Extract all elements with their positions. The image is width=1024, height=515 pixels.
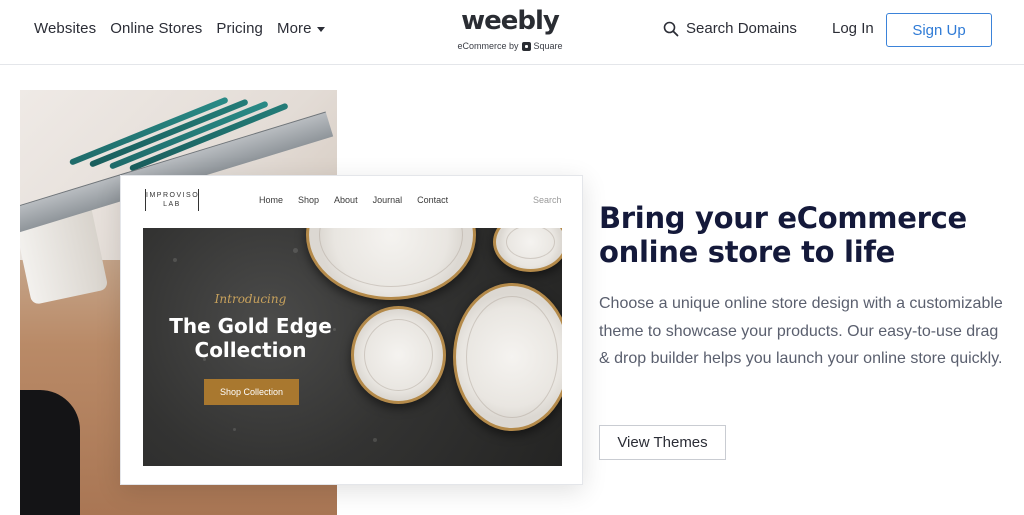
mock-store-nav: Home Shop About Journal Contact xyxy=(259,195,448,205)
nav-more[interactable]: More xyxy=(277,20,325,37)
hero-headline: Bring your eCommerce online store to lif… xyxy=(599,201,999,269)
mock-hero-copy: Introducing The Gold Edge Collection xyxy=(143,292,358,362)
logo-partner-text: Square xyxy=(533,41,563,51)
gold-rim-bowl-right xyxy=(453,283,562,431)
gold-rim-cup xyxy=(351,306,446,404)
primary-nav: Websites Online Stores Pricing More xyxy=(34,20,325,37)
mock-hero-title: The Gold Edge Collection xyxy=(143,314,358,362)
square-logo-icon xyxy=(521,42,531,51)
logo-tagline: eCommerce by Square xyxy=(457,41,563,52)
hero-headline-line-1: Bring your eCommerce xyxy=(599,201,967,235)
shop-collection-button[interactable]: Shop Collection xyxy=(204,379,299,405)
mock-nav-about[interactable]: About xyxy=(334,195,358,205)
nav-pricing[interactable]: Pricing xyxy=(216,20,263,37)
search-domains-label: Search Domains xyxy=(686,20,797,37)
mock-hero-intro: Introducing xyxy=(214,292,287,306)
nav-websites[interactable]: Websites xyxy=(34,20,96,37)
mock-nav-journal[interactable]: Journal xyxy=(373,195,403,205)
mock-hero-title-line-1: The Gold Edge xyxy=(169,314,332,338)
hero-headline-line-2: online store to life xyxy=(599,235,896,269)
weebly-logo[interactable]: weebly eCommerce by Square xyxy=(440,6,580,54)
log-in-link[interactable]: Log In xyxy=(832,20,874,37)
mock-hero-banner: Introducing The Gold Edge Collection Sho… xyxy=(143,228,562,466)
sign-up-button[interactable]: Sign Up xyxy=(886,13,992,47)
store-theme-preview: IMPROVISO LAB Home Shop About Journal Co… xyxy=(120,175,583,485)
logo-wordmark: weebly xyxy=(461,6,560,36)
mock-nav-home[interactable]: Home xyxy=(259,195,283,205)
logo-tagline-text: eCommerce by xyxy=(457,41,519,51)
nav-more-label: More xyxy=(276,20,312,37)
search-icon xyxy=(663,21,679,36)
top-navigation: Websites Online Stores Pricing More weeb… xyxy=(0,0,1024,65)
mock-hero-title-line-2: Collection xyxy=(194,338,307,362)
hero-description: Choose a unique online store design with… xyxy=(599,295,1003,367)
search-domains-link[interactable]: Search Domains xyxy=(663,20,797,37)
chevron-down-icon xyxy=(316,26,325,32)
mock-logo-line-2: LAB xyxy=(163,201,181,208)
mock-nav-shop[interactable]: Shop xyxy=(298,195,319,205)
mock-logo-line-1: IMPROVISO xyxy=(146,192,200,199)
nav-online-stores[interactable]: Online Stores xyxy=(110,20,202,37)
gold-rim-plate-small xyxy=(493,228,562,272)
mock-nav-contact[interactable]: Contact xyxy=(417,195,448,205)
mock-store-logo: IMPROVISO LAB xyxy=(145,189,199,211)
photo-sleeve xyxy=(20,390,80,515)
gold-rim-plate-large xyxy=(306,228,476,300)
mock-search-link[interactable]: Search xyxy=(533,195,562,205)
view-themes-button[interactable]: View Themes xyxy=(599,425,726,460)
